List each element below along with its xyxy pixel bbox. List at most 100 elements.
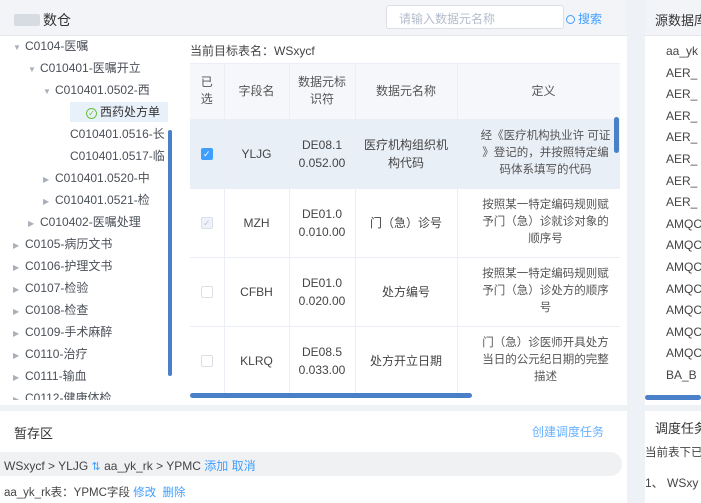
app-title: 数仓 — [14, 10, 71, 30]
source-table-item[interactable]: AMQC — [666, 282, 701, 296]
tree-node-label: C0112-健康体检 — [25, 391, 112, 400]
source-table-item[interactable]: aa_yk — [666, 44, 698, 58]
source-table-item[interactable]: AER_ — [666, 109, 697, 123]
search-icon — [566, 15, 575, 24]
caret-right-icon[interactable]: ▶ — [43, 192, 55, 212]
source-table-item[interactable]: AMQC — [666, 217, 701, 231]
table-vertical-scrollbar[interactable] — [614, 117, 619, 153]
source-table-item[interactable]: AER_ — [666, 152, 697, 166]
data-element-name-line: 处方编号 — [381, 284, 430, 299]
table-row[interactable]: KLRQ DE08.5 0.033.00 处方开立日期 门（急）诊医师开具处方 当日的公元… — [190, 326, 620, 395]
source-table-item[interactable]: AMQC — [666, 238, 701, 252]
row-checkbox-cell: ✓ — [190, 188, 225, 258]
tree-node-label: C0111-输血 — [25, 369, 87, 383]
caret-down-icon[interactable]: ▼ — [13, 40, 25, 58]
caret-right-icon[interactable]: ▶ — [13, 236, 25, 256]
tree-node[interactable]: ▼ C0104-医嘱 — [13, 40, 88, 56]
data-element-name-line: 门（急）诊号 — [369, 215, 442, 230]
source-table-item[interactable]: AER_ — [666, 130, 697, 144]
caret-right-icon[interactable]: ▶ — [13, 280, 25, 300]
caret-down-icon[interactable]: ▼ — [28, 60, 40, 80]
definition-cell: 按照某一特定编码规则赋 予门（急）诊就诊对象的 顺序号 — [457, 188, 620, 258]
tree-node[interactable]: ▶ C010401.0521-检 — [43, 190, 150, 210]
tree-node[interactable]: ▶ C0107-检验 — [13, 278, 88, 298]
row-checkbox[interactable] — [200, 286, 213, 299]
definition-cell: 按照某一特定编码规则赋 予门（急）诊处方的顺序号 — [457, 257, 620, 327]
schedule-item[interactable]: 1、 WSxy — [645, 474, 698, 491]
col-header-selected: 已选 — [190, 64, 225, 120]
tree-node-label: C0106-护理文书 — [25, 259, 113, 273]
schedule-subtitle: 当前表下已 — [645, 447, 701, 459]
caret-down-icon[interactable]: ▼ — [43, 82, 55, 102]
source-table-item[interactable]: AMQC — [666, 325, 701, 339]
source-table-item[interactable]: AER_ — [666, 195, 697, 209]
tree-scrollbar[interactable] — [168, 130, 172, 376]
tree-node-label: C010401.0517-临 — [70, 149, 165, 163]
tree-node[interactable]: ▶ C010402-医嘱处理 — [28, 212, 141, 232]
source-table-item[interactable]: AER_ — [666, 87, 697, 101]
tree-node-label: C010402-医嘱处理 — [40, 215, 141, 229]
tree-node[interactable]: ▶ C0105-病历文书 — [13, 234, 112, 254]
row-checkbox[interactable]: ✓ — [200, 148, 213, 161]
data-element-id-cell: DE08.5 0.033.00 — [289, 326, 356, 395]
caret-right-icon[interactable]: ▶ — [13, 368, 25, 388]
source-table-item[interactable]: AMQC — [666, 260, 701, 274]
main-panel: 数仓 请输入数据元名称 搜索 ▼ C0104-医嘱 ▼ C010401-医嘱开立 ▼ C0… — [0, 0, 627, 405]
table-horizontal-scrollbar[interactable] — [190, 393, 472, 398]
caret-right-icon[interactable]: ▶ — [43, 170, 55, 190]
tree-node[interactable]: ▶ C010401.0520-中 — [43, 168, 150, 188]
source-table-item[interactable]: BA_B — [666, 368, 697, 382]
row-checkbox-cell: ✓ — [190, 119, 225, 189]
path-target-field: YLJG — [58, 459, 89, 473]
delete-link[interactable]: 删除 — [162, 487, 185, 499]
caret-right-icon[interactable]: ▶ — [13, 258, 25, 278]
field-name-cell: CFBH — [224, 257, 290, 327]
definition-line: 门（急）诊医师开具处方 — [482, 337, 609, 349]
tree-node[interactable]: C010401.0516-长 — [58, 124, 165, 144]
staging-panel: 暂存区 创建调度任务 WSxycf > YLJG ⇅ aa_yk_rk > YP… — [0, 411, 627, 503]
table-row[interactable]: CFBH DE01.0 0.020.00 处方编号 按照某一特定编码规则赋 予门（急）诊处… — [190, 257, 620, 327]
tree-node-label: C0107-检验 — [25, 281, 89, 295]
caret-right-icon[interactable]: ▶ — [13, 346, 25, 366]
source-list-scrollbar[interactable] — [645, 395, 701, 400]
data-element-name-cell: 处方编号 — [355, 257, 458, 327]
tree-node[interactable]: C010401.0517-临 — [58, 146, 165, 166]
source-table-item[interactable]: AER_ — [666, 66, 697, 80]
tree-node[interactable]: ▶ C0109-手术麻醉 — [13, 322, 112, 342]
definition-line: 予门（急）诊就诊对象的 — [482, 216, 609, 228]
search-button[interactable]: 搜索 — [566, 10, 602, 27]
tree-node[interactable]: ▶ C0111-输血 — [13, 366, 87, 386]
definition-cell: 门（急）诊医师开具处方 当日的公元纪日期的完整 描述 — [457, 326, 620, 395]
caret-right-icon[interactable]: ▶ — [28, 214, 40, 234]
search-input[interactable]: 请输入数据元名称 — [386, 5, 564, 29]
tree-node-label: C010401.0520-中 — [55, 171, 150, 185]
tree-node[interactable]: ✓ 西药处方单 — [70, 102, 168, 122]
tree-node[interactable]: ▼ C010401.0502-西 — [43, 80, 150, 100]
source-table-item[interactable]: AER_ — [666, 174, 697, 188]
caret-right-icon[interactable]: ▶ — [13, 302, 25, 322]
table-row[interactable]: ✓ MZH DE01.0 0.010.00 门（急）诊号 按照某一特定编码规则赋 予门（急）… — [190, 188, 620, 258]
edit-link[interactable]: 修改 — [133, 487, 156, 499]
source-table-item[interactable]: AMQC — [666, 346, 701, 360]
source-table-item[interactable]: AMQC — [666, 303, 701, 317]
add-link[interactable]: 添加 — [204, 459, 228, 473]
tree-node[interactable]: ▶ C0106-护理文书 — [13, 256, 112, 276]
data-element-id-line: DE08.5 — [301, 344, 343, 359]
tree-node[interactable]: ▶ C0108-检查 — [13, 300, 88, 320]
schedule-panel: 调度任务 当前表下已 1、 WSxy — [645, 411, 701, 503]
tree-node[interactable]: ▼ C010401-医嘱开立 — [28, 58, 141, 78]
create-task-button[interactable]: 创建调度任务 — [532, 423, 604, 440]
category-tree: ▼ C0104-医嘱 ▼ C010401-医嘱开立 ▼ C010401.0502-西 ✓ 西药… — [0, 40, 168, 400]
table-row[interactable]: ✓ YLJG DE08.1 0.052.00 医疗机构组织机 构代码 经《医疗机构执业许 可… — [190, 119, 620, 189]
data-element-id-line: 0.020.00 — [298, 293, 346, 308]
row-checkbox[interactable] — [200, 355, 213, 368]
cancel-link[interactable]: 取消 — [232, 459, 256, 473]
data-element-id-line: 0.052.00 — [298, 155, 346, 170]
caret-right-icon[interactable]: ▶ — [13, 324, 25, 344]
tree-node[interactable]: ▶ C0112-健康体检 — [13, 388, 111, 400]
swap-arrows-icon: ⇅ — [91, 461, 101, 473]
data-element-id-line: 0.033.00 — [298, 362, 346, 377]
chevron-right-icon: > — [48, 459, 59, 473]
tree-node[interactable]: ▶ C0110-治疗 — [13, 344, 87, 364]
caret-right-icon[interactable]: ▶ — [13, 390, 25, 400]
